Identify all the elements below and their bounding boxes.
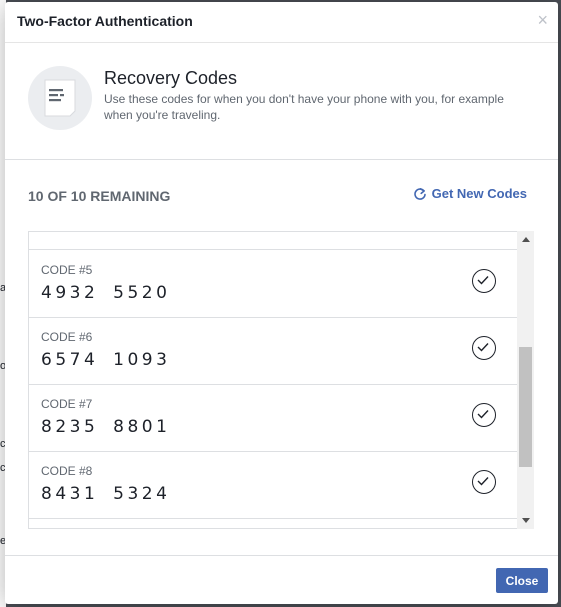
list-item-partial [29,232,518,250]
code-value: 4932 5520 [41,283,171,303]
recovery-codes-description: Use these codes for when you don't have … [104,92,504,122]
recovery-codes-list[interactable]: CODE #5 4932 5520 CODE #6 6574 1093 CODE… [28,231,518,529]
refresh-icon [413,187,427,201]
code-label: CODE #6 [41,330,93,344]
close-icon[interactable]: × [537,10,548,30]
check-circle-icon [472,403,496,427]
code-row: CODE #8 8431 5324 [29,451,518,519]
code-row: CODE #7 8235 8801 [29,384,518,452]
list-item-partial [29,518,518,528]
code-value: 8431 5324 [41,484,171,504]
codes-scrollbar[interactable] [517,231,534,529]
code-row: CODE #5 4932 5520 [29,250,518,318]
scroll-up-button[interactable] [517,231,534,248]
dialog-header: Two-Factor Authentication × [5,2,558,43]
code-value: 6574 1093 [41,350,171,370]
chevron-down-icon [521,518,530,523]
dialog-title: Two-Factor Authentication [17,13,193,29]
document-icon [28,66,92,130]
check-circle-icon [472,336,496,360]
code-label: CODE #8 [41,464,93,478]
code-label: CODE #5 [41,263,93,277]
check-circle-icon [472,269,496,293]
two-factor-dialog: Two-Factor Authentication × Recovery Cod… [5,2,558,604]
get-new-codes-label: Get New Codes [431,186,527,201]
recovery-codes-intro: Recovery Codes Use these codes for when … [5,43,558,160]
scrollbar-thumb[interactable] [519,347,532,467]
codes-remaining-count: 10 OF 10 REMAINING [28,188,171,204]
code-value: 8235 8801 [41,417,171,437]
code-row: CODE #6 6574 1093 [29,317,518,385]
check-circle-icon [472,470,496,494]
chevron-up-icon [521,237,530,242]
dialog-footer: Close [5,555,558,605]
close-button[interactable]: Close [496,568,548,593]
recovery-codes-title: Recovery Codes [104,68,238,88]
get-new-codes-link[interactable]: Get New Codes [413,186,527,201]
code-label: CODE #7 [41,397,93,411]
scroll-down-button[interactable] [517,512,534,529]
